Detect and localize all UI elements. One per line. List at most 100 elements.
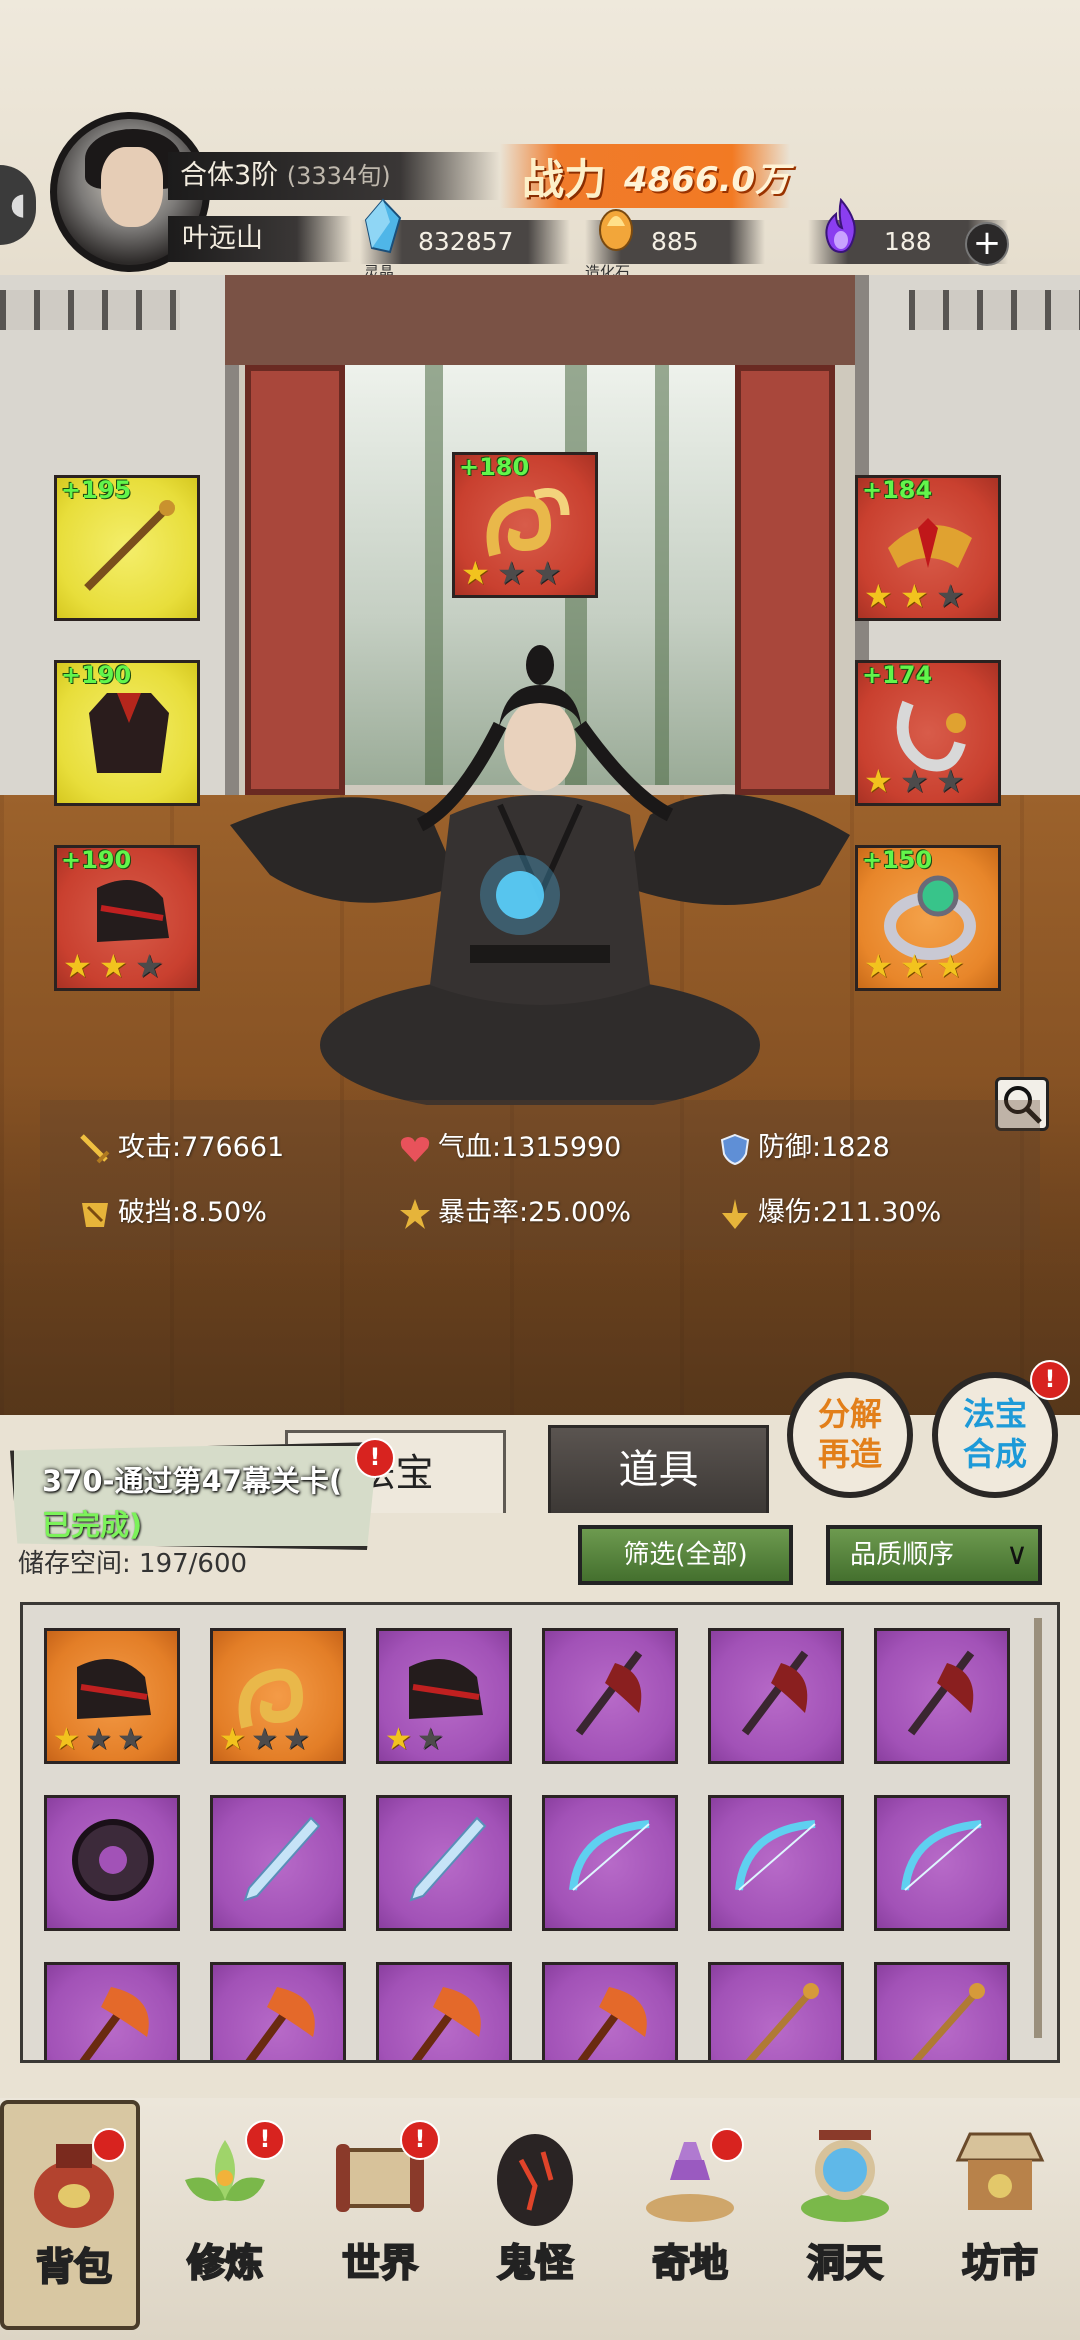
inventory-item[interactable]: ★ ★ ★ [44, 1628, 180, 1764]
nav-label: 洞天 [806, 2239, 884, 2286]
staff-icon [84, 500, 175, 591]
inventory-item[interactable] [874, 1628, 1010, 1764]
realm-bar: 合体3阶 (3334旬) [168, 152, 500, 200]
inventory-item[interactable] [376, 1795, 512, 1931]
realm-detail: (3334旬) [286, 162, 391, 190]
inventory-item[interactable]: ★ ★ ★ [210, 1628, 346, 1764]
stat-value: 25.00% [528, 1197, 632, 1228]
star-rating: ★ ★ ★ [219, 1722, 310, 1757]
sword-icon [80, 1133, 110, 1163]
ice-sword-icon [409, 1816, 487, 1902]
equip-slot-necklace[interactable]: +174 ★ ★ ★ [855, 660, 1001, 806]
combat-power-value: 4866.0万 [624, 160, 790, 200]
equip-slot-armor[interactable]: +190 [54, 660, 200, 806]
nav-label: 背包 [35, 2243, 113, 2290]
alert-badge: ! [400, 2120, 440, 2160]
demon-egg-icon [497, 2134, 573, 2226]
ice-sword-icon [243, 1816, 321, 1902]
alert-badge [710, 2128, 744, 2162]
decompose-button[interactable]: 分解 再造 [787, 1372, 913, 1498]
heart-icon [400, 1136, 430, 1162]
equip-slot-ring[interactable]: +150 ★ ★ ★ [855, 845, 1001, 991]
inventory-scrollbar[interactable] [1034, 1618, 1042, 2038]
chevron-down-icon: ∨ [1006, 1537, 1028, 1572]
realm-label: 合体3阶 [180, 160, 279, 191]
market-icon [955, 2132, 1045, 2210]
inventory-item[interactable] [874, 1795, 1010, 1931]
bow-icon [569, 1820, 650, 1891]
slot-bonus: +174 [862, 661, 933, 689]
equip-slot-weapon[interactable]: +195 [54, 475, 200, 621]
slot-bonus: +180 [459, 453, 530, 481]
stat-crit-rate: 暴击率:25.00% [398, 1190, 631, 1231]
crit-icon [400, 1198, 430, 1229]
resource-value: 885 [651, 227, 699, 256]
star-rating: ★ ★ ★ [864, 762, 965, 800]
filter-button[interactable]: 筛选(全部) [578, 1525, 793, 1585]
alert-badge [92, 2128, 126, 2162]
inventory-item[interactable] [210, 1795, 346, 1931]
chakram-icon [72, 1819, 154, 1901]
quest-status: 已完成) [42, 1508, 143, 1542]
stat-break: 破挡:8.50% [78, 1190, 267, 1231]
crit-damage-icon [722, 1198, 748, 1229]
inventory-item[interactable] [708, 1628, 844, 1764]
break-icon [82, 1202, 108, 1227]
stat-crit-damage: 爆伤:211.30% [718, 1190, 941, 1231]
inventory-item[interactable] [542, 1795, 678, 1931]
player-name: 叶远山 [168, 216, 352, 262]
add-resource-button[interactable]: + [965, 222, 1009, 266]
shield-icon [720, 1133, 750, 1165]
stat-defense: 防御:1828 [718, 1125, 890, 1166]
dark-axe-icon [741, 1650, 809, 1736]
stat-hp: 气血:1315990 [398, 1125, 621, 1166]
nav-label: 鬼怪 [496, 2239, 574, 2286]
resource-value: 832857 [418, 227, 514, 256]
resource-spirit-crystal[interactable]: 灵晶 832857 [360, 198, 570, 281]
stat-attack: 攻击:776661 [78, 1125, 284, 1166]
tab-items[interactable]: 道具 [548, 1425, 769, 1513]
slot-bonus: +150 [862, 846, 933, 874]
nav-market[interactable]: 坊市 [930, 2100, 1070, 2330]
inventory-item[interactable] [44, 1795, 180, 1931]
slot-bonus: +190 [61, 661, 132, 689]
dark-axe-icon [907, 1650, 975, 1736]
star-rating: ★ ★ [385, 1722, 444, 1757]
slot-bonus: +184 [862, 476, 933, 504]
sort-dropdown[interactable]: 品质顺序 ∨ [826, 1525, 1042, 1585]
star-rating: ★ ★ ★ [53, 1722, 144, 1757]
stat-value: 1315990 [501, 1132, 622, 1163]
inventory-item[interactable] [542, 1628, 678, 1764]
nav-monsters[interactable]: 鬼怪 [465, 2100, 605, 2330]
purple-flame-icon [825, 198, 856, 254]
slot-bonus: +195 [61, 476, 132, 504]
quest-title: 370-通过第47幕关卡( [42, 1464, 343, 1498]
stat-value: 1828 [821, 1132, 890, 1163]
sort-label: 品质顺序 [850, 1540, 955, 1570]
alert-badge: ! [355, 1438, 395, 1478]
equip-slot-head[interactable]: +184 ★ ★ ★ [855, 475, 1001, 621]
inventory-item[interactable] [708, 1795, 844, 1931]
door-beam [225, 275, 855, 365]
inventory-item[interactable]: ★ ★ [376, 1628, 512, 1764]
bow-icon [735, 1820, 816, 1891]
alert-badge: ! [1030, 1360, 1070, 1400]
star-rating: ★ ★ ★ [63, 947, 164, 985]
star-rating: ★ ★ ★ [461, 554, 562, 592]
bow-icon [901, 1820, 982, 1891]
alert-badge: ! [245, 2120, 285, 2160]
stat-value: 211.30% [821, 1197, 942, 1228]
nav-label: 奇地 [651, 2239, 729, 2286]
equip-slot-treasure[interactable]: +180 ★ ★ ★ [452, 452, 598, 598]
nav-label: 修炼 [186, 2239, 264, 2286]
portal-icon [801, 2130, 889, 2222]
resource-creation-stone[interactable]: 造化石 885 [585, 209, 765, 281]
hero-character[interactable] [230, 625, 850, 1105]
equip-slot-boots[interactable]: +190 ★ ★ ★ [54, 845, 200, 991]
star-rating: ★ ★ ★ [864, 947, 965, 985]
robe-icon [89, 693, 169, 773]
resource-value: 188 [884, 227, 932, 256]
grid-bottom-edge [20, 2060, 1060, 2101]
nav-grotto[interactable]: 洞天 [775, 2100, 915, 2330]
stat-value: 776661 [181, 1132, 285, 1163]
